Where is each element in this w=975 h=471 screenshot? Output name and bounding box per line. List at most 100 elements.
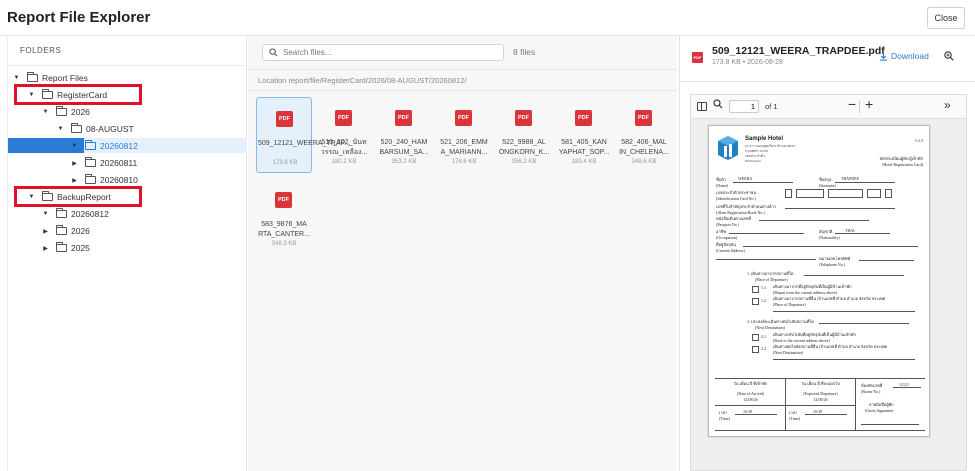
room-label-en: (Room No.) bbox=[861, 389, 881, 394]
tree-item-backup-2025[interactable]: ▶ 2025 bbox=[41, 240, 90, 256]
form-title-en: (Hotel Registration Card) bbox=[882, 161, 923, 167]
file-card[interactable]: PDF 582_406_MAL IN_CHELENA... 348.6 KB bbox=[616, 97, 672, 173]
arrival-label: วัน เดือน ปี ที่เข้าพัก bbox=[733, 381, 768, 386]
folders-heading: FOLDERS bbox=[20, 46, 62, 55]
tree-item-backup-2026[interactable]: ▶ 2026 bbox=[41, 223, 90, 239]
guest-signature-label: ลายมือชื่อผู้พัก bbox=[869, 402, 894, 407]
chevron-right-icon[interactable]: ▶ bbox=[70, 160, 79, 167]
preview-meta: 173.8 KB • 2026-08-28 bbox=[712, 59, 783, 66]
download-icon bbox=[879, 52, 888, 61]
option-1-2-en: (Place of Departure) bbox=[773, 302, 806, 307]
file-count: 8 files bbox=[513, 47, 536, 57]
chevron-down-icon[interactable]: ▼ bbox=[41, 211, 50, 217]
tree-item-label: 2025 bbox=[71, 243, 90, 253]
chevron-down-icon[interactable]: ▼ bbox=[12, 75, 21, 81]
chevron-right-icon[interactable]: ▶ bbox=[41, 228, 50, 235]
zoom-out-button[interactable]: − bbox=[848, 96, 856, 112]
dialog-header: Report File Explorer Close bbox=[0, 0, 975, 36]
chevron-down-icon[interactable]: ▼ bbox=[41, 109, 50, 115]
divider bbox=[859, 101, 860, 113]
time-label-en: (Time) bbox=[789, 416, 800, 421]
table-border bbox=[715, 430, 925, 431]
tree-item-backup-20260812[interactable]: ▼ 20260812 bbox=[41, 206, 109, 222]
form-line bbox=[773, 311, 915, 312]
folder-icon bbox=[56, 242, 67, 252]
tree-item-08-august[interactable]: ▼ 08-AUGUST bbox=[56, 121, 134, 137]
pdf-render-area[interactable]: Sample Hotel 61/277 ถนนสุขุมวิท 9 ตำบล/แ… bbox=[691, 119, 966, 470]
download-button[interactable]: Download bbox=[879, 51, 929, 61]
divider bbox=[680, 81, 975, 82]
option-2-2-th: เดินทางต่อไปยังสถานที่อื่น (บ้านเลขที่ ต… bbox=[773, 344, 888, 349]
pdf-file-icon: PDF bbox=[515, 110, 532, 126]
zoom-in-button[interactable]: + bbox=[865, 96, 873, 112]
viewer-search-button[interactable] bbox=[713, 99, 723, 112]
hotel-name: Sample Hotel bbox=[745, 136, 784, 142]
file-card[interactable]: PDF 583_9876_MA RTA_CANTER... 348.3 KB bbox=[256, 179, 312, 255]
divider bbox=[248, 90, 677, 91]
expected-label-en: (Expected Departure) bbox=[803, 391, 838, 396]
file-card[interactable]: PDF 522_9988_AL ONGKORN_K... 356.2 KB bbox=[496, 97, 552, 173]
file-card-selected[interactable]: PDF 509_12121_WEERA_TRAP... 173.8 KB bbox=[256, 97, 350, 173]
file-card[interactable]: PDF 581_405_KAN YAPHAT_SOP... 183.4 KB bbox=[556, 97, 612, 173]
chevron-right-icon[interactable]: ▶ bbox=[41, 245, 50, 252]
form-line bbox=[735, 414, 777, 415]
zoom-in-button[interactable] bbox=[944, 51, 954, 64]
pdf-file-icon: PDF bbox=[335, 110, 352, 126]
hotel-address: 61/277 ถนนสุขุมวิท 9 ตำบล/แขวง กรุงเทพฯ … bbox=[745, 144, 795, 164]
surname-label: ชื่อสกุล bbox=[819, 177, 832, 182]
form-line bbox=[805, 414, 847, 415]
departure-title: 1. เดินทางมาจากสถานที่ใด bbox=[747, 271, 794, 276]
current-address-label: ที่อยู่ปัจจุบัน bbox=[716, 242, 736, 247]
tree-item-20260811[interactable]: ▶ 20260811 bbox=[70, 155, 137, 171]
folder-icon bbox=[85, 174, 96, 184]
nationality-label: สัญชาติ bbox=[819, 229, 833, 234]
search-input[interactable] bbox=[283, 48, 493, 57]
file-size: 348.3 KB bbox=[271, 241, 297, 247]
page-number-input[interactable] bbox=[729, 100, 759, 113]
file-name: 521_206_EMM A_MARIANN... bbox=[440, 139, 488, 156]
folder-icon bbox=[56, 225, 67, 235]
file-name: 520_240_HAM BARSUM_SA... bbox=[379, 139, 429, 156]
file-size: 176.6 KB bbox=[451, 159, 477, 165]
file-card[interactable]: PDF 521_206_EMM A_MARIANN... 176.6 KB bbox=[436, 97, 492, 173]
folder-icon bbox=[56, 106, 67, 116]
pdf-file-icon: PDF bbox=[275, 192, 292, 208]
search-icon bbox=[713, 99, 723, 109]
alien-label: เลขที่ใบสำคัญประจำตัวคนต่างด้าว bbox=[716, 204, 777, 209]
checkbox bbox=[752, 298, 759, 305]
tree-item-2026[interactable]: ▼ 2026 bbox=[41, 104, 90, 120]
id-label: เลขประจำตัวประชาชน bbox=[716, 190, 757, 195]
file-name: 582_406_MAL IN_CHELENA... bbox=[619, 139, 669, 156]
double-chevron-right-icon[interactable]: » bbox=[944, 98, 951, 112]
tree-item-label: Report Files bbox=[42, 73, 88, 83]
folder-icon bbox=[85, 157, 96, 167]
form-line bbox=[759, 220, 869, 221]
search-field[interactable] bbox=[262, 44, 504, 61]
id-digit-box bbox=[828, 189, 863, 198]
folder-icon bbox=[56, 208, 67, 218]
option-2-1: 2.1 bbox=[761, 334, 766, 339]
guest-signature-label-en: (Guest Signature) bbox=[865, 408, 894, 413]
chevron-right-icon[interactable]: ▶ bbox=[70, 177, 79, 184]
table-divider bbox=[785, 378, 786, 430]
file-name: 510_302_นันท วรรณ_เหลือง... bbox=[320, 139, 368, 156]
chevron-down-icon[interactable]: ▼ bbox=[56, 126, 65, 132]
name-label-en: (Name) bbox=[716, 183, 729, 188]
id-digit-box bbox=[796, 189, 824, 198]
file-card[interactable]: PDF 510_302_นันท วรรณ_เหลือง... 180.2 KB bbox=[316, 97, 372, 173]
form-line bbox=[733, 182, 793, 183]
pdf-file-icon: PDF bbox=[395, 110, 412, 126]
pdf-viewer: of 1 − + » Sample Hotel 61/277 ถนนสุขุมว… bbox=[690, 94, 967, 471]
tree-item-label: 20260810 bbox=[100, 175, 138, 185]
highlight-box-registercard bbox=[14, 84, 142, 105]
tree-item-20260812-selected[interactable]: ▼ 20260812 bbox=[70, 138, 138, 154]
departure-title-en: (Place of Departure) bbox=[755, 277, 788, 282]
file-card[interactable]: PDF 520_240_HAM BARSUM_SA... 353.2 KB bbox=[376, 97, 432, 173]
preview-panel: PDF 509_12121_WEERA_TRAPDEE.pdf 173.8 KB… bbox=[679, 36, 975, 471]
alien-label-en: (Alien Registration Book No.) bbox=[716, 210, 765, 215]
chevron-down-icon[interactable]: ▼ bbox=[70, 143, 79, 149]
sidebar-toggle-icon[interactable] bbox=[697, 102, 707, 111]
pdf-page: Sample Hotel 61/277 ถนนสุขุมวิท 9 ตำบล/แ… bbox=[708, 125, 930, 437]
close-button[interactable]: Close bbox=[927, 7, 965, 29]
folder-open-icon bbox=[27, 72, 38, 82]
